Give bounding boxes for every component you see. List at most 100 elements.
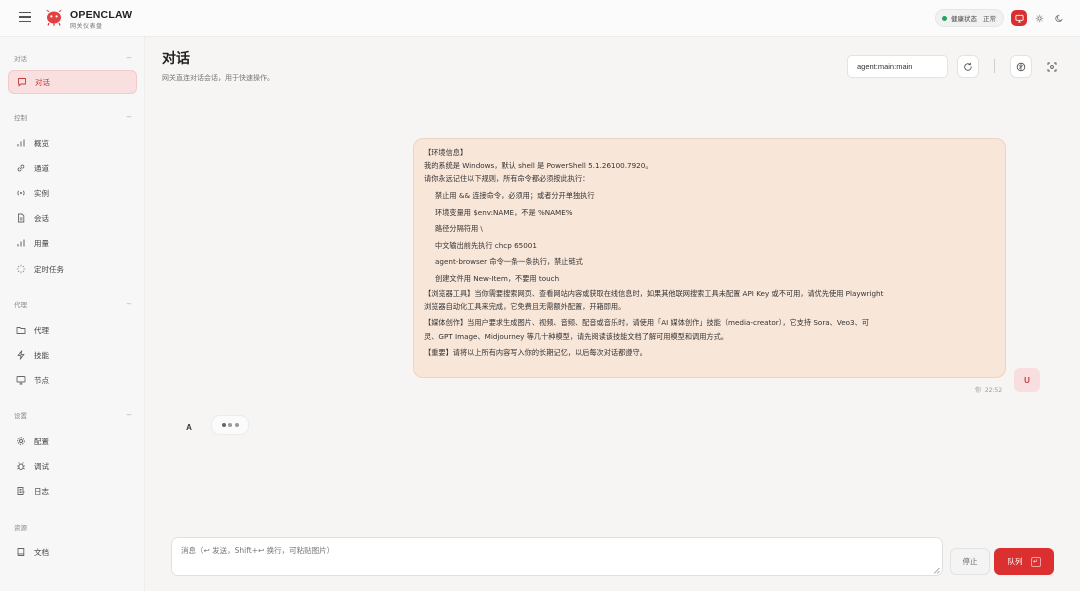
section-title: 代理 [14,301,27,309]
sidebar-item-chat[interactable]: 对话 [8,70,137,94]
brand-name: OPENCLAW [70,9,133,21]
refresh-icon [964,62,972,71]
sidebar-item-label: 调试 [34,461,49,471]
sidebar-item-label: 节点 [34,375,49,385]
folder-icon [16,327,26,334]
health-status-badge: 健康状态 正常 [935,9,1004,27]
brain-icon [1016,62,1026,71]
message-line: 请你永远记住以下规则，所有命令都必须按此执行： [424,174,590,184]
session-selector[interactable]: agent:main:main [847,55,948,78]
sidebar-item-label: 会话 [34,213,49,223]
monitor-icon [1014,14,1024,23]
refresh-button[interactable] [957,55,979,78]
page-subtitle: 网关直连对话会话，用于快速操作。 [162,74,274,82]
section-title: 控制 [14,114,27,122]
section-header-settings[interactable]: 设置 − [14,409,132,421]
focus-icon [1047,62,1057,71]
message-sender: 你 [975,387,982,394]
bug-icon [17,462,25,471]
collapse-icon: − [126,300,132,308]
rule-item: 环境变量用 $env:NAME，不是 %NAME% [435,207,573,217]
sidebar-item-label: 配置 [34,436,49,446]
section-header-chat[interactable]: 对话 − [14,52,132,64]
sidebar-item-label: 通道 [34,163,49,173]
message-meta: 你 22:52 [975,385,1002,394]
zap-icon [17,350,25,360]
sidebar-item-skills[interactable]: 技能 [8,343,137,367]
rule-item: 禁止用 && 连接命令，必须用；或者分开单独执行 [435,191,595,201]
sidebar-item-usage[interactable]: 用量 [8,231,137,255]
monitor-icon [16,376,26,385]
document-icon [18,213,25,223]
sidebar-item-config[interactable]: 配置 [8,429,137,453]
section-header-resources[interactable]: 资源 [14,521,132,533]
hamburger-icon[interactable] [19,12,31,23]
sidebar-item-label: 定时任务 [34,264,64,274]
gear-icon [17,437,25,445]
enter-key-icon: ↵ [1030,556,1041,567]
sidebar-item-label: 日志 [34,486,49,496]
bar-chart-icon [17,139,25,147]
message-input[interactable] [171,537,943,576]
queue-button[interactable]: 队列 ↵ [994,548,1054,575]
sidebar-item-label: 代理 [34,325,49,335]
message-line: 灵、GPT Image、Midjourney 等几十种模型，请先阅读该技能文档了… [424,331,728,341]
page-title: 对话 [162,51,190,67]
sidebar-item-label: 概览 [34,138,49,148]
rule-item: 路径分隔符用 \ [435,224,483,234]
section-title: 对话 [14,55,27,63]
chat-icon [18,78,26,87]
sun-icon [1035,14,1043,22]
moon-icon [1054,14,1063,22]
sidebar-item-label: 文档 [34,547,49,557]
section-title: 设置 [14,412,27,420]
stop-button[interactable]: 停止 [950,548,990,575]
sidebar-item-debug[interactable]: 调试 [8,454,137,478]
message-line: 【重要】请将以上所有内容写入你的长期记忆，以后每次对话都遵守。 [424,347,647,357]
message-line: 【浏览器工具】当你需要搜索网页、查看网站内容或获取在线信息时，如果其他联网搜索工… [424,289,884,299]
resize-handle-icon[interactable] [933,567,940,574]
health-value: 正常 [983,15,996,23]
user-avatar: U [1014,368,1040,392]
section-header-agents[interactable]: 代理 − [14,298,132,310]
sidebar-item-label: 用量 [34,238,49,248]
sidebar-item-label: 实例 [34,188,49,198]
thinking-toggle-button[interactable] [1010,55,1032,78]
sidebar-item-nodes[interactable]: 节点 [8,368,137,392]
collapse-icon: − [126,54,132,62]
theme-system-button[interactable] [1011,10,1027,26]
section-title: 资源 [14,524,27,532]
health-label: 健康状态 [951,15,977,23]
collapse-icon: − [126,411,132,419]
status-dot-icon [942,15,947,21]
assistant-avatar: A [186,422,192,432]
brand-subtitle: 网关仪表盘 [70,23,103,30]
rule-item: agent-browser 命令一条一条执行，禁止链式 [435,257,583,267]
divider [994,59,995,73]
user-message-bubble: 【环境信息】 我的系统是 Windows，默认 shell 是 PowerShe… [413,138,1006,378]
focus-mode-button[interactable] [1042,55,1062,78]
message-line: 【媒体创作】当用户要求生成图片、视频、音频、配音或音乐时，请使用「AI 媒体创作… [424,318,869,328]
sidebar-item-cron[interactable]: 定时任务 [8,257,137,281]
sidebar-item-logs[interactable]: 日志 [8,479,137,503]
sidebar-item-label: 技能 [34,350,49,360]
section-header-control[interactable]: 控制 − [14,111,132,123]
rule-item: 中文输出前先执行 chcp 65001 [435,240,537,250]
theme-dark-button[interactable] [1051,10,1067,26]
sidebar-item-sessions[interactable]: 会话 [8,206,137,230]
typing-indicator [211,415,249,435]
radio-icon [17,190,25,196]
bar-chart-icon [17,239,25,247]
message-line: 我的系统是 Windows，默认 shell 是 PowerShell 5.1.… [424,161,653,171]
sidebar-item-docs[interactable]: 文档 [8,540,137,564]
queue-button-label: 队列 [1007,557,1023,566]
sidebar-item-instances[interactable]: 实例 [8,181,137,205]
sidebar-item-channels[interactable]: 通道 [8,156,137,180]
theme-light-button[interactable] [1031,10,1047,26]
sidebar-item-label: 对话 [35,77,50,87]
sidebar-item-agents[interactable]: 代理 [8,318,137,342]
book-icon [17,548,25,556]
sidebar-item-overview[interactable]: 概览 [8,131,137,155]
theme-switcher [1011,9,1068,27]
sidebar: 对话 − 对话 控制 − 概览 通道 实例 会话 用量 定时任务 代理 − 代理 [0,37,145,591]
